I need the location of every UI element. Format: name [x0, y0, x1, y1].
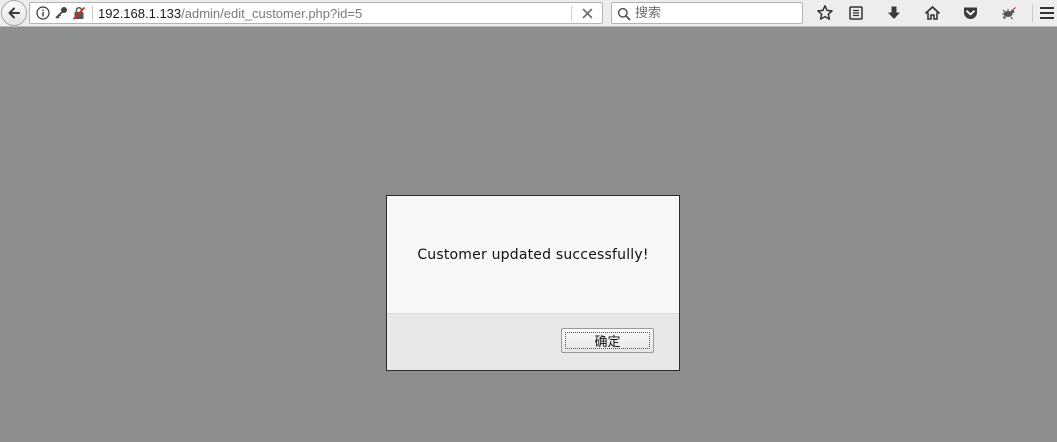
close-icon[interactable] [579, 6, 595, 21]
downloads-button[interactable] [883, 3, 905, 23]
toolbar-separator [1032, 4, 1033, 22]
pocket-button[interactable] [959, 3, 981, 23]
url-divider [571, 6, 572, 21]
reading-list-button[interactable] [845, 3, 867, 23]
dialog-message: Customer updated successfully! [417, 247, 649, 263]
insecure-lock-icon[interactable] [71, 6, 86, 20]
star-icon [817, 5, 833, 20]
url-separator [92, 6, 93, 21]
back-button[interactable] [1, 0, 27, 26]
ok-button[interactable]: 确定 [561, 328, 654, 353]
dialog-footer: 确定 [387, 313, 679, 370]
pocket-icon [963, 7, 977, 19]
bug-icon [1002, 7, 1016, 20]
key-icon[interactable] [53, 6, 68, 20]
download-icon [888, 6, 900, 19]
browser-toolbar: 192.168.1.133/admin/edit_customer.php?id… [0, 0, 1057, 27]
url-host: 192.168.1.133 [98, 6, 182, 21]
hamburger-menu-icon [1040, 7, 1054, 19]
home-icon [924, 6, 940, 20]
bookmark-button[interactable] [814, 3, 836, 23]
reader-list-icon [849, 6, 863, 20]
extension-button[interactable] [997, 3, 1019, 23]
alert-dialog: Customer updated successfully! 确定 [386, 195, 680, 371]
back-arrow-icon [8, 7, 20, 19]
ok-button-label: 确定 [565, 332, 650, 350]
url-bar[interactable]: 192.168.1.133/admin/edit_customer.php?id… [29, 2, 603, 24]
search-input[interactable] [635, 4, 795, 22]
info-icon[interactable] [35, 6, 50, 20]
search-bar[interactable] [611, 2, 803, 24]
url-text[interactable]: 192.168.1.133/admin/edit_customer.php?id… [98, 5, 362, 22]
search-icon [616, 6, 632, 21]
menu-button[interactable] [1037, 3, 1057, 23]
url-path: /admin/edit_customer.php?id=5 [181, 6, 363, 21]
home-button[interactable] [921, 3, 943, 23]
dialog-body: Customer updated successfully! [387, 196, 679, 313]
